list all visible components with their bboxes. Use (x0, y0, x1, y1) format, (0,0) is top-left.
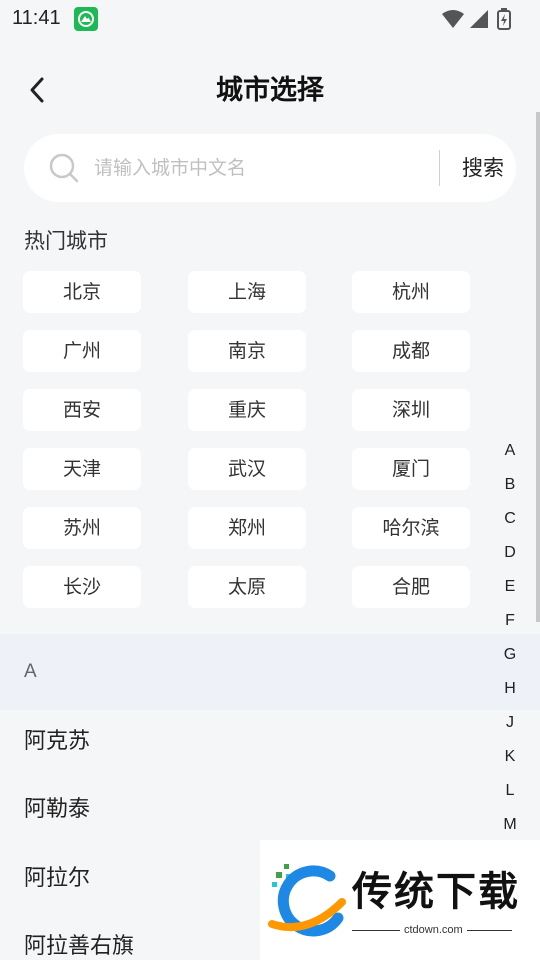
city-name: 阿拉善右旗 (24, 934, 135, 959)
watermark-logo-icon (268, 864, 346, 937)
city-name: 阿拉尔 (24, 866, 91, 891)
wifi-icon (442, 10, 464, 28)
index-letter-m[interactable]: M (496, 808, 524, 842)
hot-city-chip[interactable]: 太原 (188, 566, 306, 608)
city-list-item[interactable]: 阿勒泰 (0, 776, 540, 844)
status-time: 11:41 (12, 7, 61, 29)
search-button[interactable]: 搜索 (448, 148, 518, 188)
hot-city-chip[interactable]: 哈尔滨 (352, 507, 470, 549)
battery-charging-icon (497, 8, 511, 30)
index-letter-k[interactable]: K (496, 740, 524, 774)
index-letter-d[interactable]: D (496, 536, 524, 570)
search-icon (48, 152, 80, 184)
index-letter-l[interactable]: L (496, 774, 524, 808)
city-name: 阿勒泰 (24, 797, 91, 822)
page-title: 城市选择 (216, 75, 324, 106)
hot-city-chip[interactable]: 厦门 (352, 448, 470, 490)
hot-city-chip[interactable]: 重庆 (188, 389, 306, 431)
index-letter-h[interactable]: H (496, 672, 524, 706)
index-letter-c[interactable]: C (496, 502, 524, 536)
index-letter-b[interactable]: B (496, 468, 524, 502)
city-list-item[interactable]: 阿克苏 (0, 708, 540, 776)
city-name: 阿克苏 (24, 729, 91, 754)
hot-city-chip[interactable]: 苏州 (23, 507, 141, 549)
section-header-a: A (0, 634, 540, 710)
index-letter-a[interactable]: A (496, 434, 524, 468)
hot-city-chip[interactable]: 上海 (188, 271, 306, 313)
hot-city-chip[interactable]: 长沙 (23, 566, 141, 608)
index-letter-j[interactable]: J (496, 706, 524, 740)
search-divider (439, 150, 440, 186)
index-letter-g[interactable]: G (496, 638, 524, 672)
hot-cities-title: 热门城市 (24, 229, 108, 253)
signal-icon (470, 10, 488, 28)
hot-city-chip[interactable]: 西安 (23, 389, 141, 431)
hot-city-chip[interactable]: 天津 (23, 448, 141, 490)
index-letter-e[interactable]: E (496, 570, 524, 604)
watermark: 传统下载 ctdown.com (260, 840, 540, 960)
search-input[interactable] (94, 148, 424, 188)
hot-city-chip[interactable]: 深圳 (352, 389, 470, 431)
watermark-url: ctdown.com (400, 922, 467, 938)
hot-city-chip[interactable]: 郑州 (188, 507, 306, 549)
status-bar: 11:41 (0, 0, 540, 36)
hot-city-chip[interactable]: 成都 (352, 330, 470, 372)
section-letter: A (24, 661, 37, 682)
index-letter-f[interactable]: F (496, 604, 524, 638)
hot-city-chip[interactable]: 广州 (23, 330, 141, 372)
hot-city-chip[interactable]: 北京 (23, 271, 141, 313)
search-bar: 搜索 (24, 134, 516, 202)
mountain-app-icon (74, 7, 98, 31)
hot-city-chip[interactable]: 武汉 (188, 448, 306, 490)
watermark-brand: 传统下载 (352, 869, 520, 915)
hot-city-chip[interactable]: 合肥 (352, 566, 470, 608)
hot-city-chip[interactable]: 南京 (188, 330, 306, 372)
hot-city-chip[interactable]: 杭州 (352, 271, 470, 313)
scrollbar[interactable] (536, 112, 540, 622)
